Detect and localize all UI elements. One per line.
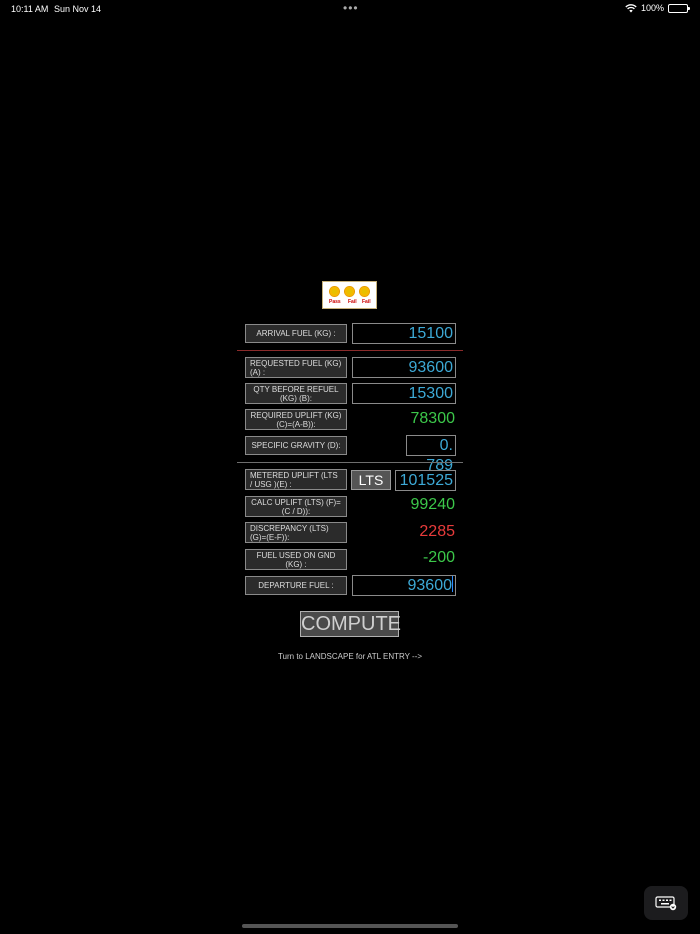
required-uplift-label: REQUIRED UPLIFT (KG) (C)=(A-B)):	[245, 409, 347, 430]
fuel-used-on-ground-value: -200	[422, 549, 455, 566]
departure-fuel-label: DEPARTURE FUEL :	[245, 576, 347, 595]
discrepancy-label: DISCREPANCY (LTS) (G)=(E-F)):	[245, 522, 347, 543]
requested-fuel-input[interactable]: 93600	[352, 357, 456, 378]
pass-fail-logo: Pass Fail Fail	[322, 281, 377, 309]
text-cursor	[452, 576, 453, 592]
qty-before-refuel-input[interactable]: 15300	[352, 383, 456, 404]
specific-gravity-label: SPECIFIC GRAVITY (D):	[245, 436, 347, 455]
battery-percent: 100%	[640, 3, 664, 13]
specific-gravity-input[interactable]: 0. 789	[406, 435, 456, 474]
status-date: Sun Nov 14	[54, 4, 102, 14]
qty-before-refuel-label: QTY BEFORE REFUEL (KG) (B):	[245, 383, 347, 404]
keyboard-icon	[655, 896, 677, 911]
section-divider	[237, 462, 463, 463]
sun-icon	[344, 286, 355, 297]
wifi-icon	[625, 3, 637, 12]
calc-uplift-label: CALC UPLIFT (LTS) (F)=(C / D)):	[245, 496, 347, 517]
home-indicator[interactable]	[242, 924, 458, 928]
unit-toggle-button[interactable]: LTS	[351, 470, 391, 490]
status-right: 100%	[625, 3, 690, 13]
discrepancy-value: 2285	[419, 523, 455, 540]
required-uplift-value: 78300	[410, 410, 456, 427]
arrival-fuel-label: ARRIVAL FUEL (KG) :	[245, 324, 347, 343]
fuel-used-on-ground-label: FUEL USED ON GND (KG) :	[245, 549, 347, 570]
calc-uplift-value: 99240	[410, 496, 456, 513]
logo-label-fail: Fail	[348, 299, 357, 305]
sun-icon	[329, 286, 340, 297]
metered-uplift-label: METERED UPLIFT (LTS / USG )(E) :	[245, 469, 347, 490]
landscape-hint: Turn to LANDSCAPE for ATL ENTRY -->	[277, 652, 423, 661]
status-bar: 10:11 AM Sun Nov 14 ••• 100%	[0, 0, 700, 18]
logo-label-pass: Pass	[329, 299, 341, 305]
section-divider	[237, 350, 463, 351]
battery-icon	[668, 3, 690, 13]
keyboard-button[interactable]	[644, 886, 688, 920]
departure-fuel-value: 93600	[407, 577, 453, 594]
compute-button[interactable]: COMPUTE	[300, 611, 401, 637]
logo-label-fail: Fail	[362, 299, 371, 305]
multitasking-dots-icon[interactable]: •••	[343, 1, 359, 15]
sun-icon	[359, 286, 370, 297]
arrival-fuel-input[interactable]: 15100	[352, 323, 456, 344]
departure-fuel-input[interactable]: 93600	[352, 575, 456, 596]
status-time: 10:11 AM	[11, 4, 49, 14]
requested-fuel-label: REQUESTED FUEL (KG) (A) :	[245, 357, 347, 378]
metered-uplift-input[interactable]: 101525	[395, 470, 456, 491]
